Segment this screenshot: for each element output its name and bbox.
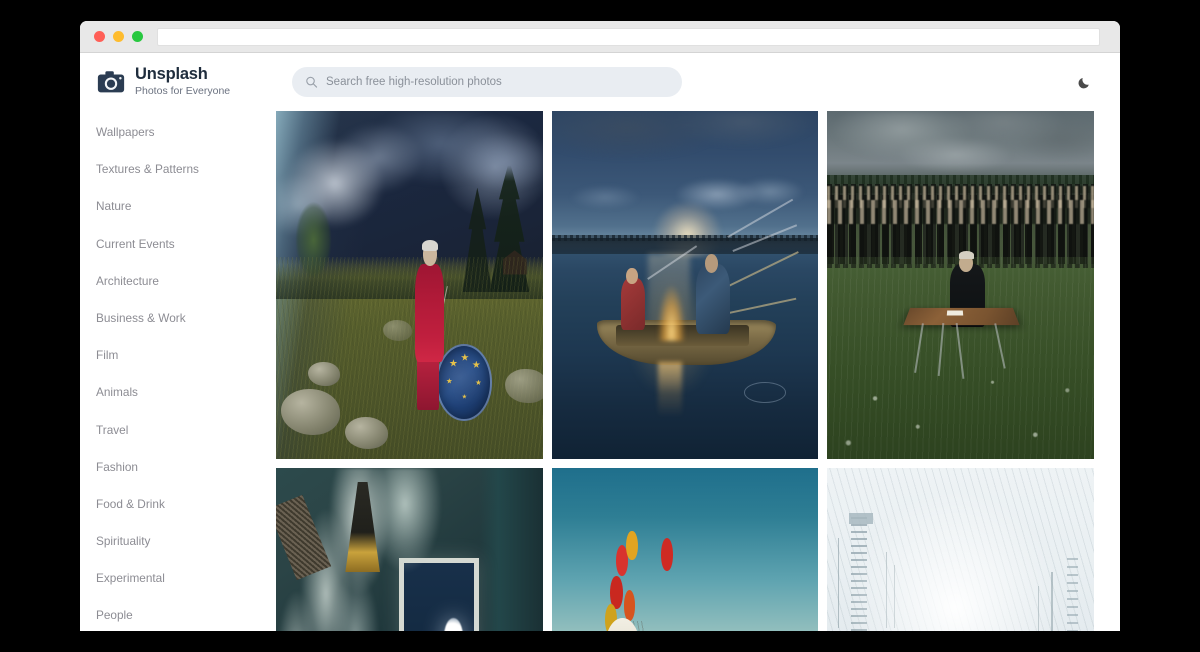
photo-tile[interactable]	[827, 111, 1094, 459]
brand-block[interactable]: Unsplash Photos for Everyone	[96, 65, 276, 98]
sidebar-item-architecture[interactable]: Architecture	[96, 275, 276, 288]
photo-image	[276, 111, 543, 459]
sidebar-item-nature[interactable]: Nature	[96, 201, 276, 213]
photo-tile[interactable]	[551, 468, 819, 631]
photo-image	[551, 468, 819, 631]
theme-toggle-button[interactable]	[1070, 68, 1098, 96]
sidebar-item-travel[interactable]: Travel	[96, 424, 276, 437]
close-button[interactable]	[94, 31, 105, 42]
sidebar-item-spirituality[interactable]: Spirituality	[96, 535, 276, 548]
sidebar-item-wallpapers[interactable]: Wallpapers	[96, 126, 276, 139]
sidebar-item-experimental[interactable]: Experimental	[96, 572, 276, 585]
photo-image	[276, 468, 543, 631]
moon-icon	[1077, 75, 1092, 90]
brand-tagline: Photos for Everyone	[135, 84, 231, 97]
app-header: Unsplash Photos for Everyone	[80, 53, 1120, 111]
photo-image	[827, 111, 1094, 459]
sidebar-item-current-events[interactable]: Current Events	[96, 238, 276, 251]
minimize-button[interactable]	[113, 31, 124, 42]
sidebar-item-textures-patterns[interactable]: Textures & Patterns	[96, 163, 276, 176]
photo-tile[interactable]	[276, 468, 543, 631]
window-titlebar	[80, 21, 1120, 53]
photo-grid	[276, 111, 1120, 631]
photo-tile[interactable]	[276, 111, 543, 459]
sidebar-item-fashion[interactable]: Fashion	[96, 461, 276, 474]
photo-tile[interactable]	[827, 468, 1094, 631]
brand-title: Unsplash	[135, 65, 208, 84]
search-container	[292, 67, 682, 97]
search-input[interactable]	[292, 67, 682, 97]
photo-image	[551, 111, 819, 459]
photo-tile[interactable]	[551, 111, 819, 459]
photo-image	[827, 468, 1094, 631]
brand-text: Unsplash Photos for Everyone	[135, 65, 230, 98]
content-area: Wallpapers Textures & Patterns Nature Cu…	[80, 111, 1120, 631]
sidebar-item-film[interactable]: Film	[96, 349, 276, 362]
traffic-light-group	[94, 31, 143, 42]
sidebar-item-business-work[interactable]: Business & Work	[96, 312, 276, 325]
url-bar[interactable]	[157, 27, 1100, 46]
category-sidebar: Wallpapers Textures & Patterns Nature Cu…	[80, 111, 276, 631]
page-root: Unsplash Photos for Everyone Search free…	[0, 0, 1200, 652]
camera-icon	[96, 67, 126, 97]
sidebar-item-food-drink[interactable]: Food & Drink	[96, 498, 276, 511]
browser-window: Unsplash Photos for Everyone Search free…	[80, 21, 1120, 631]
app-body: Unsplash Photos for Everyone Search free…	[80, 53, 1120, 631]
sidebar-item-people[interactable]: People	[96, 610, 276, 622]
sidebar-item-animals[interactable]: Animals	[96, 387, 276, 399]
maximize-button[interactable]	[132, 31, 143, 42]
